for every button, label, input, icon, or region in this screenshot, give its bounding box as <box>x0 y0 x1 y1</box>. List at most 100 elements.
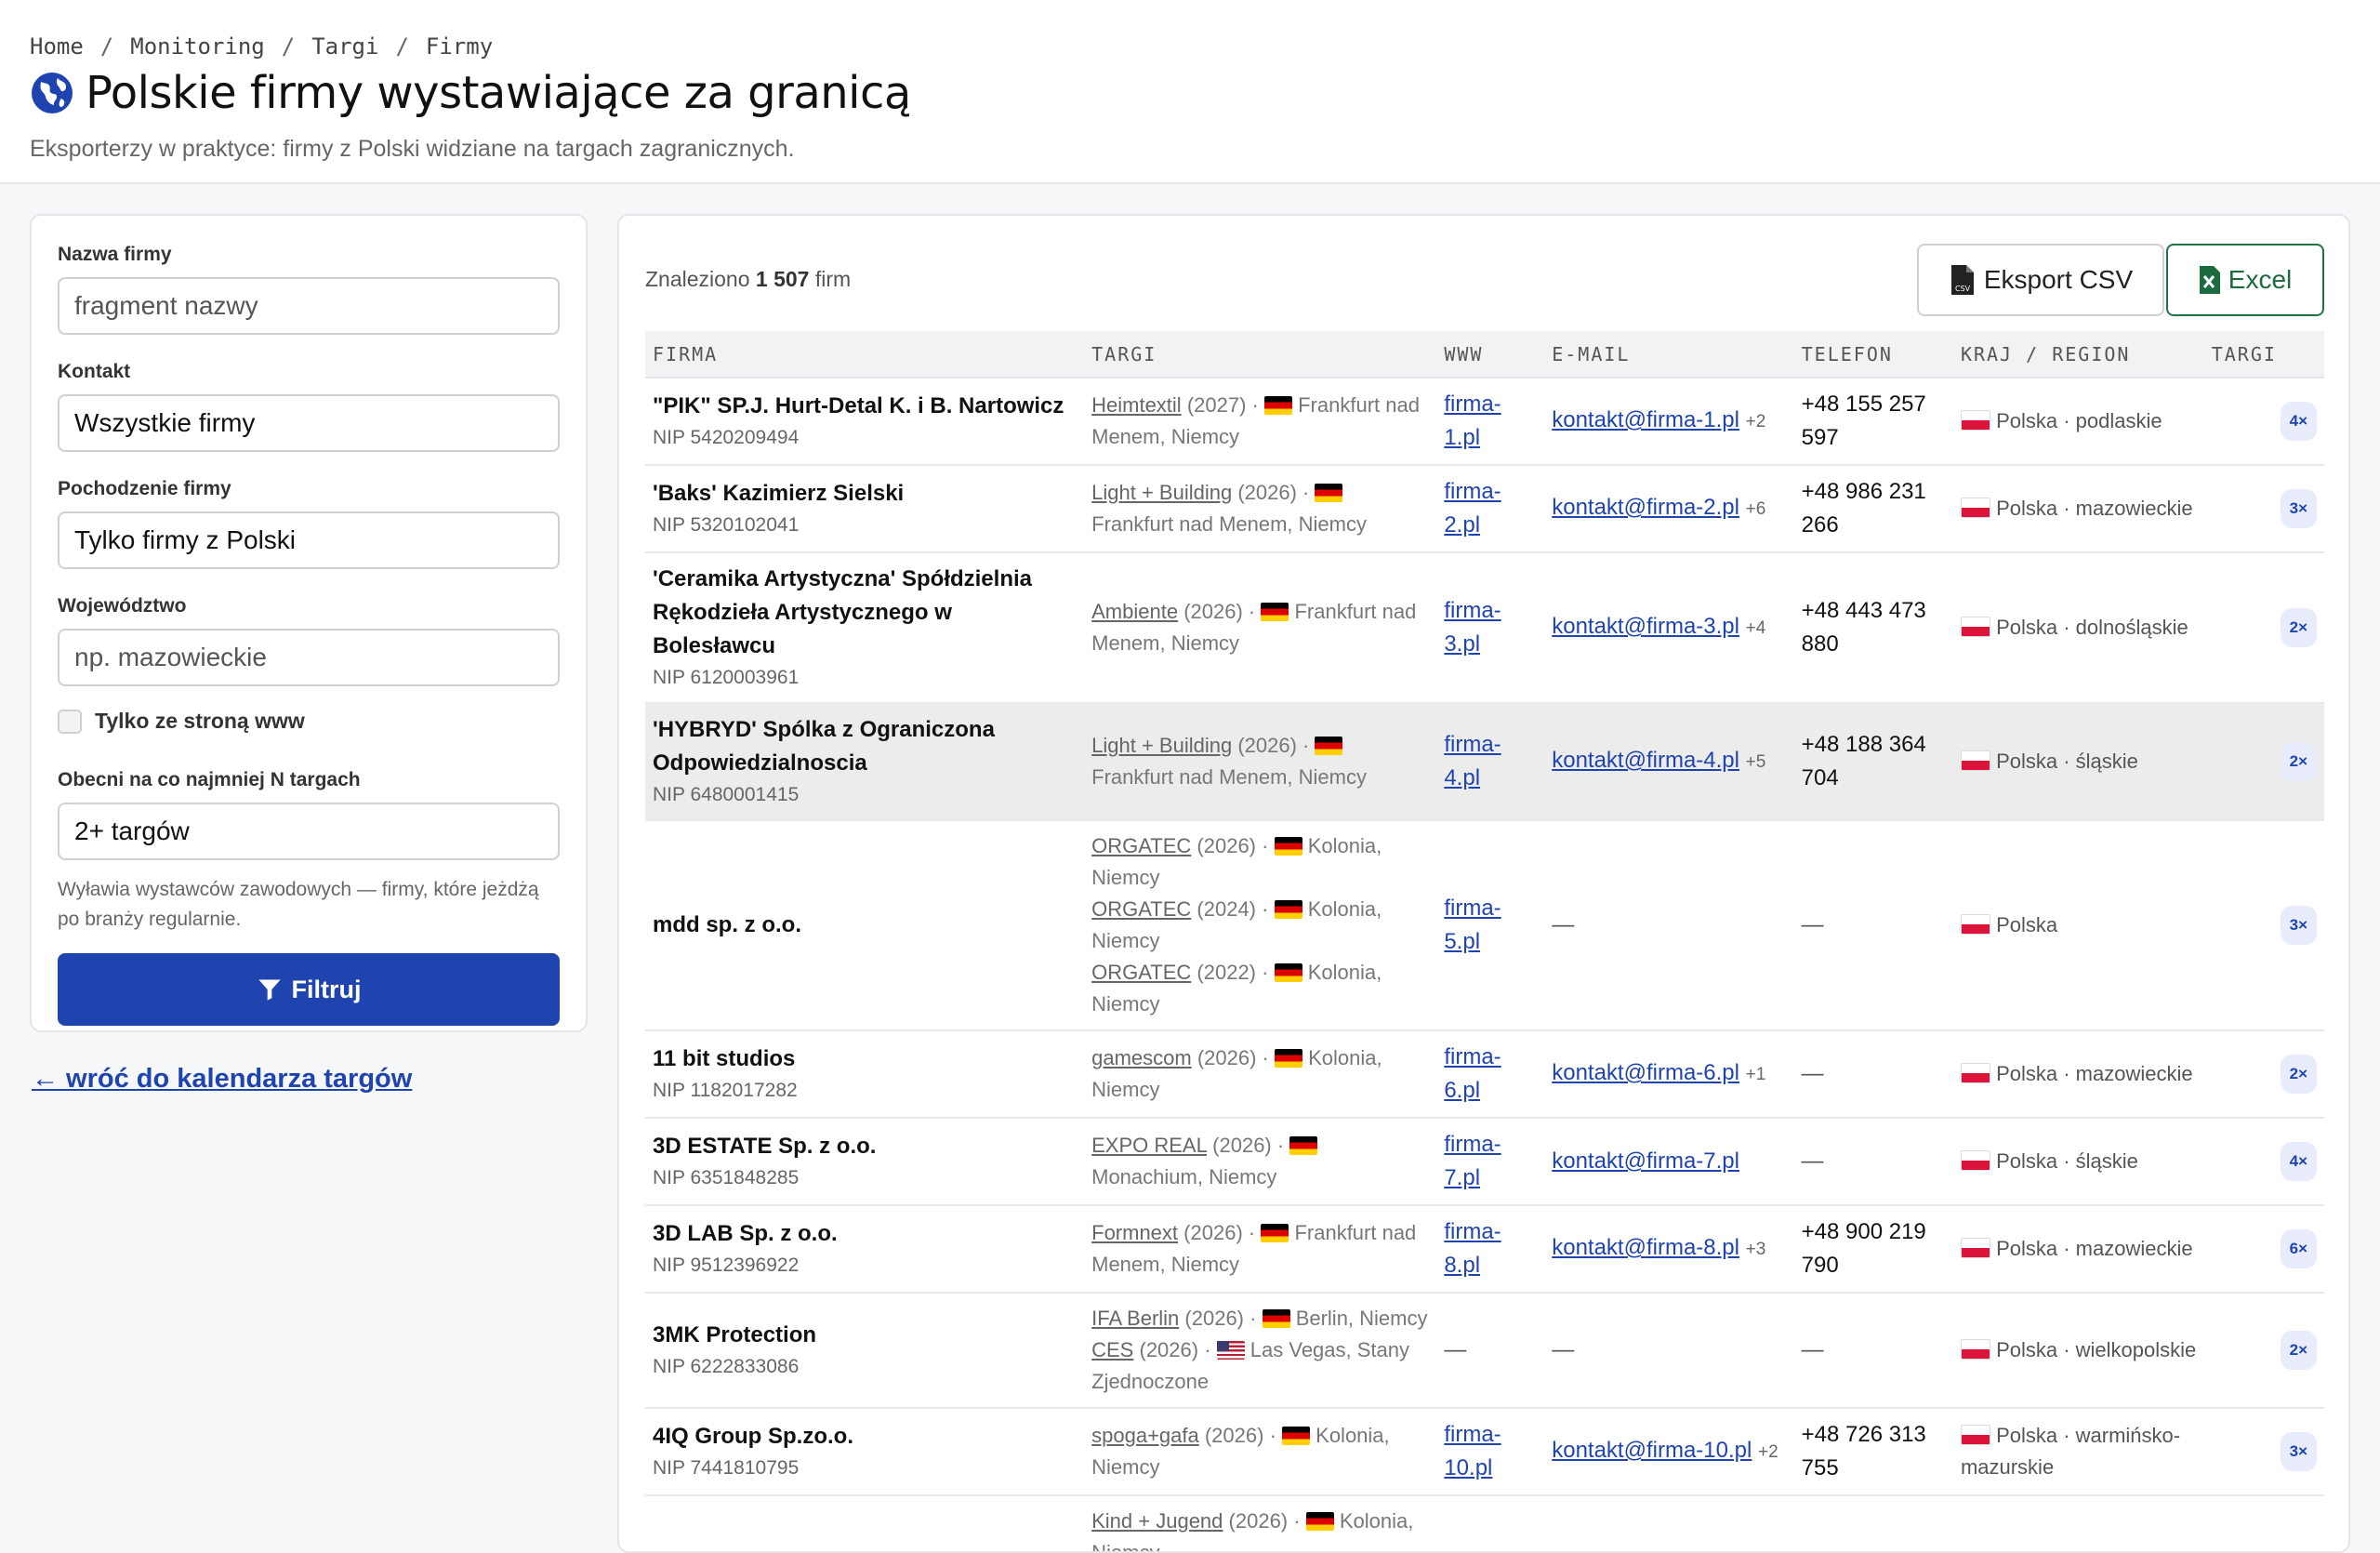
fairs-cell: EXPO REAL (2026) · Monachium, Niemcy <box>1084 1118 1437 1206</box>
country-region: Polska <box>1960 909 2197 941</box>
column-header-targi[interactable]: TARGI <box>1084 331 1437 378</box>
fair-link[interactable]: Light + Building <box>1091 481 1232 504</box>
fair-link[interactable]: CES <box>1091 1338 1133 1361</box>
filter-contact-group: Kontakt <box>58 361 560 452</box>
email-link[interactable]: kontakt@firma-7.pl <box>1552 1148 1739 1174</box>
www-link[interactable]: firma-4.pl <box>1444 732 1501 790</box>
poland-flag-icon <box>1960 617 1990 637</box>
country-region: Polska · wielkopolskie <box>1960 1334 2197 1366</box>
breadcrumb-targi[interactable]: Targi <box>311 33 378 60</box>
www-link[interactable]: firma-1.pl <box>1444 392 1501 450</box>
column-header-telefon[interactable]: TELEFON <box>1793 331 1953 378</box>
fair-link[interactable]: Light + Building <box>1091 734 1232 757</box>
country-cell: Polska · mazowieckie <box>1952 1030 2204 1119</box>
breadcrumb-separator: / <box>99 33 114 60</box>
table-row[interactable]: "PIK" SP.J. Hurt-Detal K. i B. Nartowicz… <box>645 378 2324 466</box>
fair-link[interactable]: Heimtextil <box>1091 393 1182 417</box>
www-link[interactable]: firma-6.pl <box>1444 1044 1501 1103</box>
country-region-text: Polska · warmińsko-mazurskie <box>1960 1424 2181 1479</box>
email-extra-count: +3 <box>1745 1240 1766 1259</box>
fairs-count-cell <box>2203 1495 2324 1551</box>
table-row[interactable]: 11 bit studios NIP 1182017282 gamescom (20… <box>645 1030 2324 1119</box>
fair-entry: ORGATEC (2022) · Kolonia, Niemcy <box>1091 961 1382 1015</box>
excel-button[interactable]: Excel <box>2166 244 2324 316</box>
filter-button[interactable]: Filtruj <box>58 953 560 1026</box>
fair-entry: Ambiente (2026) · Frankfurt nad Menem, N… <box>1091 600 1417 655</box>
www-only-checkbox[interactable] <box>58 709 82 734</box>
fairs-count-cell: 6× <box>2203 1205 2324 1294</box>
contact-select[interactable] <box>58 394 560 452</box>
fair-location: Frankfurt nad Menem, Niemcy <box>1091 512 1367 536</box>
country-cell: Polska · dolnośląskie <box>1952 552 2204 704</box>
filter-panel: Nazwa firmy Kontakt Pochodzenie firmy Wo… <box>30 214 588 1032</box>
email-link[interactable]: kontakt@firma-10.pl <box>1552 1438 1752 1463</box>
table-row[interactable]: 'HYBRYD' Spólka z Ograniczona Odpowiedzi… <box>645 703 2324 821</box>
fair-link[interactable]: ORGATEC <box>1091 897 1191 921</box>
fair-link[interactable]: IFA Berlin <box>1091 1307 1179 1330</box>
company-nip: NIP 9512396922 <box>653 1254 800 1276</box>
email-link[interactable]: kontakt@firma-4.pl <box>1552 748 1739 773</box>
fair-link[interactable]: gamescom <box>1091 1046 1192 1069</box>
email-link[interactable]: kontakt@firma-8.pl <box>1552 1235 1739 1260</box>
company-name-input[interactable] <box>58 277 560 335</box>
table-row[interactable]: 4IQ Group Sp.zo.o. NIP 7441810795 spoga+ga… <box>645 1408 2324 1496</box>
breadcrumb-monitoring[interactable]: Monitoring <box>130 33 265 60</box>
back-to-calendar-link[interactable]: ← wróć do kalendarza targów <box>32 1064 412 1095</box>
email-link[interactable]: kontakt@firma-6.pl <box>1552 1060 1739 1085</box>
www-link[interactable]: firma-3.pl <box>1444 598 1501 657</box>
column-header-firma[interactable]: FIRMA <box>645 331 1085 378</box>
min-fairs-select[interactable] <box>58 803 560 860</box>
phone-cell: +48 443 473 880 <box>1793 552 1953 704</box>
fair-link[interactable]: Ambiente <box>1091 600 1178 623</box>
fair-year: (2026) <box>1237 481 1297 504</box>
poland-flag-icon <box>1960 750 1990 771</box>
breadcrumb-current: Firmy <box>425 33 494 60</box>
fair-year: (2026) <box>1184 1307 1244 1330</box>
company-cell: 'Baks' Kazimierz Sielski NIP 5320102041 <box>645 465 1085 553</box>
column-header-email[interactable]: E-MAIL <box>1544 331 1794 378</box>
table-row[interactable]: 'Baks' Kazimierz Sielski NIP 5320102041 Li… <box>645 465 2324 553</box>
svg-text:CSV: CSV <box>1955 285 1971 293</box>
fairs-count-cell: 2× <box>2203 552 2324 704</box>
fairs-count-badge: 4× <box>2280 1142 2317 1181</box>
usa-flag-icon <box>1216 1341 1245 1360</box>
fairs-count-cell: 2× <box>2203 1030 2324 1119</box>
fair-link[interactable]: Kind + Jugend <box>1091 1509 1223 1533</box>
email-link[interactable]: kontakt@firma-1.pl <box>1552 407 1739 432</box>
email-link[interactable]: kontakt@firma-2.pl <box>1552 495 1739 520</box>
export-csv-button[interactable]: CSV Eksport CSV <box>1917 244 2164 316</box>
www-only-checkbox-row[interactable]: Tylko ze stroną www <box>58 709 560 734</box>
column-header-www[interactable]: WWW <box>1436 331 1545 378</box>
fair-entry: gamescom (2026) · Kolonia, Niemcy <box>1091 1046 1382 1101</box>
breadcrumb-home[interactable]: Home <box>30 33 84 60</box>
fair-link[interactable]: ORGATEC <box>1091 961 1191 984</box>
origin-select[interactable] <box>58 511 560 569</box>
results-count-prefix: Znaleziono <box>645 267 750 291</box>
www-link[interactable]: firma-7.pl <box>1444 1132 1501 1190</box>
fair-link[interactable]: Formnext <box>1091 1221 1178 1244</box>
table-row[interactable]: 3D LAB Sp. z o.o. NIP 9512396922 Formnext … <box>645 1205 2324 1294</box>
voivodeship-input[interactable] <box>58 629 560 686</box>
table-row[interactable]: 3D ESTATE Sp. z o.o. NIP 6351848285 EXPO R… <box>645 1118 2324 1206</box>
fair-link[interactable]: EXPO REAL <box>1091 1134 1207 1157</box>
table-row[interactable]: 3MK Protection NIP 6222833086 IFA Berlin (… <box>645 1293 2324 1409</box>
company-name: 'HYBRYD' Spólka z Ograniczona Odpowiedzi… <box>653 717 995 776</box>
germany-flag-icon <box>1261 603 1289 621</box>
email-link[interactable]: kontakt@firma-3.pl <box>1552 614 1739 639</box>
company-cell: 3D LAB Sp. z o.o. NIP 9512396922 <box>645 1205 1085 1294</box>
www-link[interactable]: firma-10.pl <box>1444 1422 1501 1480</box>
table-row[interactable]: mdd sp. z o.o. ORGATEC (2026) · Kolonia, … <box>645 820 2324 1031</box>
table-row[interactable]: Kind + Jugend (2026) · Kolonia, Niemcy <box>645 1495 2324 1551</box>
www-link[interactable]: firma-2.pl <box>1444 479 1501 538</box>
column-header-kraj-region[interactable]: KRAJ / REGION <box>1952 331 2204 378</box>
country-region-text: Polska · śląskie <box>1996 750 2138 773</box>
column-header-targi-count[interactable]: TARGI <box>2203 331 2324 378</box>
www-link[interactable]: firma-8.pl <box>1444 1219 1501 1278</box>
table-row[interactable]: 'Ceramika Artystyczna' Spółdzielnia Ręko… <box>645 552 2324 704</box>
www-cell: firma-2.pl <box>1436 465 1545 553</box>
fair-link[interactable]: spoga+gafa <box>1091 1424 1199 1447</box>
fair-link[interactable]: ORGATEC <box>1091 834 1191 857</box>
phone-number: +48 986 231 266 <box>1801 479 1926 538</box>
germany-flag-icon <box>1289 1136 1318 1155</box>
www-link[interactable]: firma-5.pl <box>1444 896 1501 954</box>
